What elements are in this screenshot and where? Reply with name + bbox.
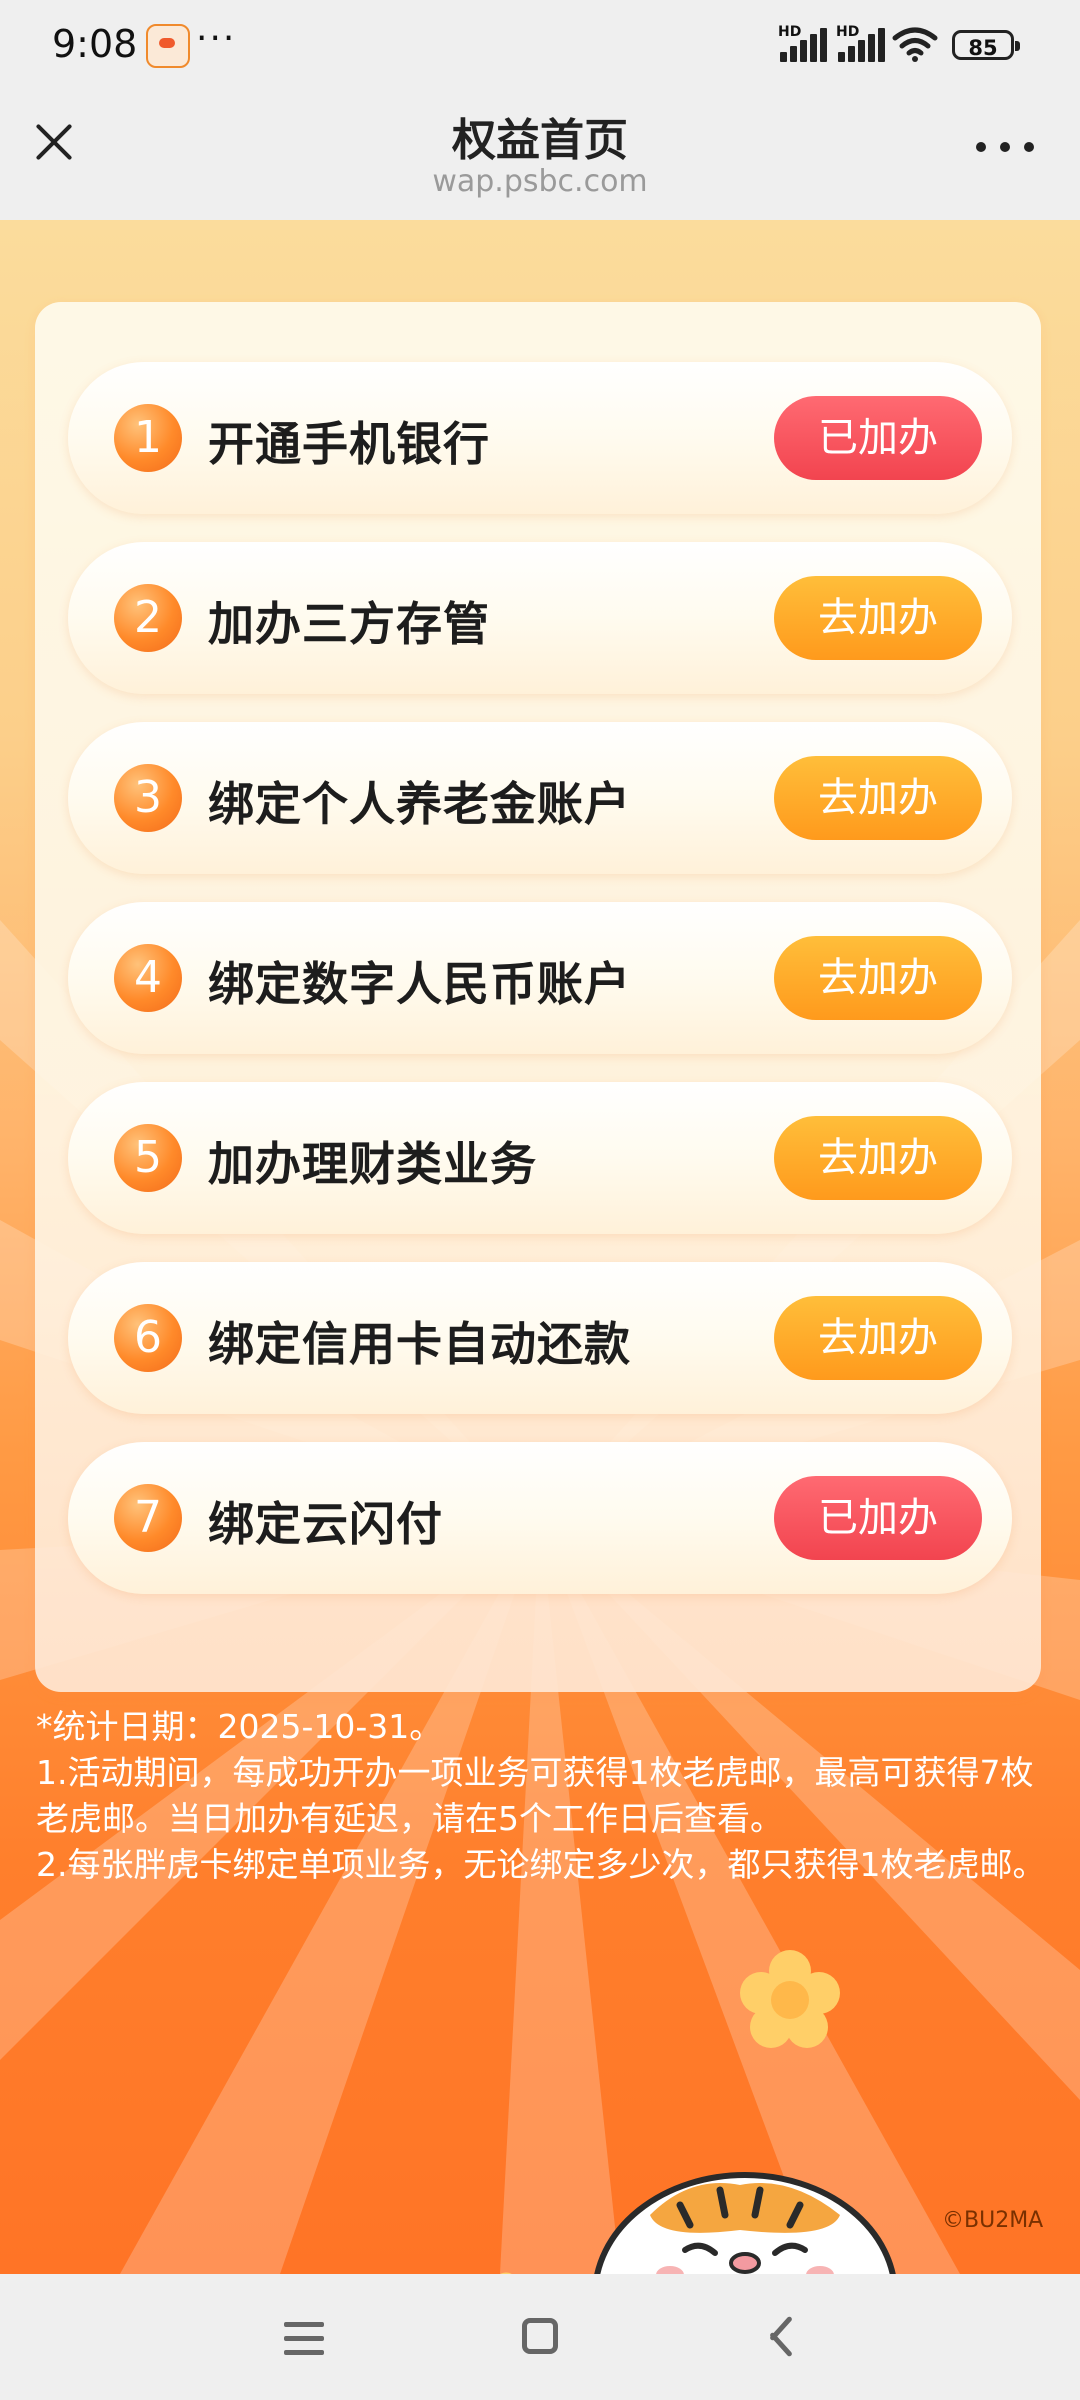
task-status-button[interactable]: 已加办 xyxy=(774,1476,982,1560)
page-url: wap.psbc.com xyxy=(432,164,648,199)
task-action-button[interactable]: 去加办 xyxy=(774,756,982,840)
status-bar: 9:08 ··· HD HD 85 xyxy=(0,0,1080,92)
app-notification-icon xyxy=(146,24,190,68)
task-action-button[interactable]: 去加办 xyxy=(774,576,982,660)
task-row: 3 绑定个人养老金账户 去加办 xyxy=(68,722,1012,874)
task-action-button[interactable]: 去加办 xyxy=(774,1116,982,1200)
more-options-button[interactable] xyxy=(976,142,1034,158)
task-number: 2 xyxy=(114,584,182,652)
tiger-mascot-image xyxy=(594,2172,896,2274)
task-row: 1 开通手机银行 已加办 xyxy=(68,362,1012,514)
task-label: 绑定信用卡自动还款 xyxy=(208,1317,631,1371)
task-label: 绑定数字人民币账户 xyxy=(208,957,631,1011)
title-bar: 权益首页 wap.psbc.com xyxy=(0,92,1080,221)
wifi-icon xyxy=(892,27,938,62)
rule-text: 2.每张胖虎卡绑定单项业务，无论绑定多少次，都只获得1枚老虎邮。 xyxy=(36,1845,1046,1884)
signal-icon: HD xyxy=(778,24,830,62)
flower-decoration xyxy=(740,1950,840,2050)
copyright-text: ©BU2MA xyxy=(942,2208,1044,2233)
task-number: 7 xyxy=(114,1484,182,1552)
task-action-button[interactable]: 去加办 xyxy=(774,936,982,1020)
task-label: 开通手机银行 xyxy=(208,417,490,471)
task-label: 加办三方存管 xyxy=(208,597,490,651)
task-row: 2 加办三方存管 去加办 xyxy=(68,542,1012,694)
task-number: 4 xyxy=(114,944,182,1012)
hd-label: HD xyxy=(778,24,802,40)
back-icon[interactable] xyxy=(760,2314,794,2358)
benefits-page: 1 开通手机银行 已加办 2 加办三方存管 去加办 3 绑定个人养老金账户 去加… xyxy=(0,220,1080,2274)
task-row: 6 绑定信用卡自动还款 去加办 xyxy=(68,1262,1012,1414)
rules-section: *统计日期：2025-10-31。 1.活动期间，每成功开办一项业务可获得1枚老… xyxy=(36,1704,1046,1888)
task-number: 3 xyxy=(114,764,182,832)
battery-icon: 85 xyxy=(952,30,1020,60)
task-status-button[interactable]: 已加办 xyxy=(774,396,982,480)
task-row: 4 绑定数字人民币账户 去加办 xyxy=(68,902,1012,1054)
task-number: 5 xyxy=(114,1124,182,1192)
task-number: 6 xyxy=(114,1304,182,1372)
stats-date: *统计日期：2025-10-31。 xyxy=(36,1707,443,1746)
more-notifications-icon: ··· xyxy=(196,18,237,59)
task-row: 5 加办理财类业务 去加办 xyxy=(68,1082,1012,1234)
hd-label: HD xyxy=(836,24,860,40)
menu-icon[interactable] xyxy=(284,2322,324,2356)
task-label: 绑定个人养老金账户 xyxy=(208,777,631,831)
task-row: 7 绑定云闪付 已加办 xyxy=(68,1442,1012,1594)
status-time: 9:08 xyxy=(52,22,138,66)
task-label: 绑定云闪付 xyxy=(208,1497,443,1551)
home-icon[interactable] xyxy=(522,2318,558,2354)
rule-text: 1.活动期间，每成功开办一项业务可获得1枚老虎邮，最高可获得7枚老虎邮。当日加办… xyxy=(36,1753,1034,1838)
signal-icon: HD xyxy=(836,24,888,62)
task-action-button[interactable]: 去加办 xyxy=(774,1296,982,1380)
task-label: 加办理财类业务 xyxy=(208,1137,537,1191)
system-nav-bar xyxy=(0,2274,1080,2400)
page-title: 权益首页 xyxy=(452,115,628,166)
task-number: 1 xyxy=(114,404,182,472)
